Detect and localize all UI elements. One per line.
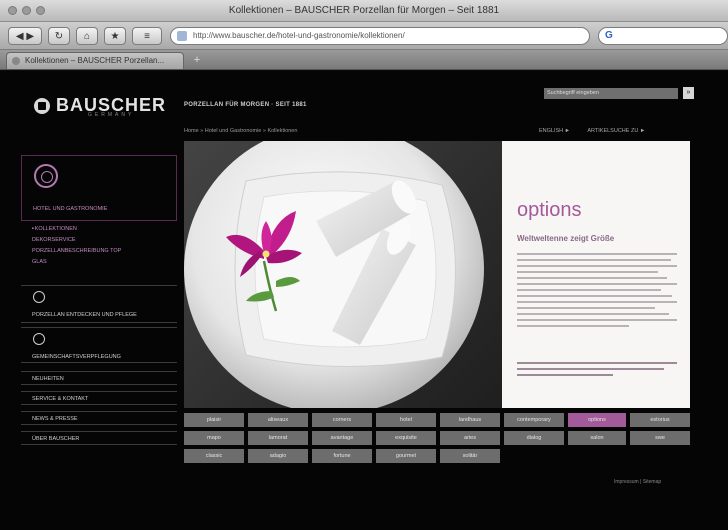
- browser-search-field[interactable]: G: [598, 27, 728, 45]
- collection-button[interactable]: classic: [184, 449, 244, 463]
- site-search-input[interactable]: Suchbegriff eingeben: [544, 88, 678, 99]
- sidebar-hotel-label: HOTEL UND GASTRONOMIE: [33, 206, 108, 212]
- collection-button[interactable]: corners: [312, 413, 372, 427]
- reload-button[interactable]: ↻: [48, 27, 70, 45]
- back-arrow-icon: ◀: [15, 30, 24, 42]
- back-forward-button[interactable]: ◀ ▶: [8, 27, 42, 45]
- collection-button[interactable]: contemporary: [504, 413, 564, 427]
- window-title: Kollektionen – BAUSCHER Porzellan für Mo…: [228, 5, 500, 16]
- top-links: ENGLISH ► ARTIKELSUCHE ZU ►: [539, 128, 661, 134]
- collection-button[interactable]: gourmet: [376, 449, 436, 463]
- sidebar-hotel-section[interactable]: HOTEL UND GASTRONOMIE: [21, 155, 177, 221]
- plate-illustration: [184, 141, 484, 408]
- collection-button[interactable]: plaisir: [184, 413, 244, 427]
- tab-label: Kollektionen – BAUSCHER Porzellan...: [25, 56, 165, 65]
- porzellan-circle-icon: [33, 291, 45, 303]
- footer-links[interactable]: Impressum | Sitemap: [614, 479, 661, 485]
- webpage: BAUSCHER GERMANY PORZELLAN FÜR MORGEN · …: [0, 71, 728, 530]
- close-tab-icon[interactable]: [12, 57, 20, 65]
- bauscher-logo-icon: [34, 97, 50, 114]
- forward-arrow-icon: ▶: [26, 30, 35, 42]
- tagline: PORZELLAN FÜR MORGEN · SEIT 1881: [184, 102, 307, 108]
- collection-button[interactable]: adagio: [248, 449, 308, 463]
- window-titlebar: Kollektionen – BAUSCHER Porzellan für Mo…: [0, 0, 728, 22]
- collection-button[interactable]: lamorat: [248, 431, 308, 445]
- sidebar-box-gemeinschaft-label: GEMEINSCHAFTSVERPFLEGUNG: [32, 354, 121, 360]
- sidebar-sub-kollektionen[interactable]: KOLLEKTIONEN: [32, 226, 77, 232]
- home-icon: ⌂: [83, 30, 91, 42]
- collection-button[interactable]: aries: [440, 431, 500, 445]
- collection-button-active[interactable]: options: [568, 413, 626, 427]
- collection-note: [517, 362, 677, 380]
- home-button[interactable]: ⌂: [76, 27, 98, 45]
- hero-image: [184, 141, 502, 408]
- collection-button[interactable]: avantage: [312, 431, 372, 445]
- reload-icon: ↻: [54, 30, 64, 42]
- gemeinschaft-circle-icon: [33, 333, 45, 345]
- hotel-circle-icon: [34, 164, 58, 188]
- collection-button[interactable]: mapo: [184, 431, 244, 445]
- collection-button[interactable]: hotel: [376, 413, 436, 427]
- feed-icon: ≡: [144, 30, 150, 42]
- site-search-button[interactable]: »: [683, 87, 694, 99]
- collection-description: [517, 253, 677, 331]
- collection-title: options: [517, 199, 582, 221]
- sidebar-item-ueber[interactable]: ÜBER BAUSCHER: [21, 431, 177, 445]
- collection-button[interactable]: landhaus: [440, 413, 500, 427]
- language-link[interactable]: ENGLISH ►: [539, 128, 570, 134]
- collection-button[interactable]: estorius: [630, 413, 690, 427]
- collection-button[interactable]: exquisite: [376, 431, 436, 445]
- sidebar-item-neuheiten[interactable]: NEUHEITEN: [21, 371, 177, 385]
- sidebar-sub-dekorservice[interactable]: DEKORSERVICE: [32, 237, 76, 243]
- sidebar-item-news[interactable]: NEWS & PRESSE: [21, 411, 177, 425]
- collection-button[interactable]: dialog: [504, 431, 564, 445]
- address-text: http://www.bauscher.de/hotel-und-gastron…: [193, 31, 405, 40]
- collection-button[interactable]: salon: [568, 431, 626, 445]
- brand-subline: GERMANY: [88, 112, 135, 118]
- browser-tab[interactable]: Kollektionen – BAUSCHER Porzellan...: [6, 52, 184, 69]
- browser-toolbar: ◀ ▶ ↻ ⌂ ★ ≡ http://www.bauscher.de/hotel…: [0, 22, 728, 50]
- collection-button[interactable]: solitär: [440, 449, 500, 463]
- new-tab-button[interactable]: +: [190, 54, 204, 66]
- sidebar-box-porzellan[interactable]: PORZELLAN ENTDECKEN UND PFLEGE: [21, 285, 177, 323]
- tab-bar: Kollektionen – BAUSCHER Porzellan... +: [0, 50, 728, 70]
- breadcrumb[interactable]: Home » Hotel und Gastronomie » Kollektio…: [184, 128, 297, 134]
- bookmark-button[interactable]: ★: [104, 27, 126, 45]
- sidebar-box-gemeinschaft[interactable]: GEMEINSCHAFTSVERPFLEGUNG: [21, 327, 177, 363]
- sidebar-sub-glas[interactable]: GLAS: [32, 259, 47, 265]
- sidebar-item-service[interactable]: SERVICE & KONTAKT: [21, 391, 177, 405]
- site-favicon-icon: [177, 31, 187, 41]
- collection-button[interactable]: fortune: [312, 449, 372, 463]
- star-icon: ★: [110, 30, 120, 42]
- collection-info-panel: options Weltweltenne zeigt Größe: [502, 141, 690, 408]
- article-search-link[interactable]: ARTIKELSUCHE ZU ►: [587, 128, 645, 134]
- google-icon: G: [605, 30, 613, 41]
- sidebar-sub-porzellanbeschreibung[interactable]: PORZELLANBESCHREIBUNG TOP: [32, 248, 121, 254]
- collection-subtitle: Weltweltenne zeigt Größe: [517, 234, 615, 243]
- address-bar[interactable]: http://www.bauscher.de/hotel-und-gastron…: [170, 27, 590, 45]
- rss-button[interactable]: ≡: [132, 27, 162, 45]
- collection-button[interactable]: aliseaux: [248, 413, 308, 427]
- sidebar-box-porzellan-label: PORZELLAN ENTDECKEN UND PFLEGE: [32, 312, 137, 318]
- collection-button[interactable]: swe: [630, 431, 690, 445]
